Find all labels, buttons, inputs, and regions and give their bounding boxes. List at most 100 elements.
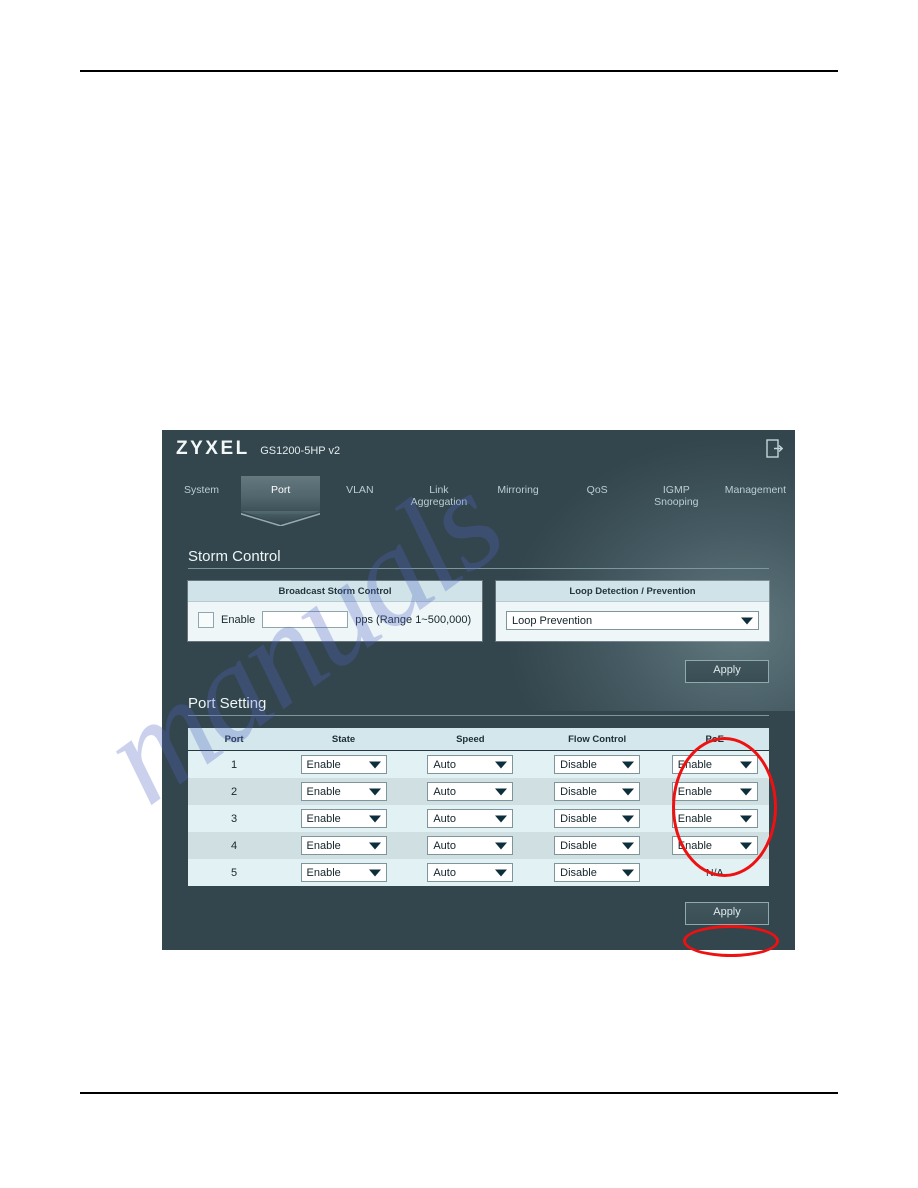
speed-select[interactable]: Auto	[427, 782, 514, 801]
chevron-down-icon	[368, 815, 381, 822]
cell-port-number: 2	[188, 778, 281, 805]
cell-port-number: 3	[188, 805, 281, 832]
cell-poe: Enable	[660, 778, 769, 805]
chevron-down-icon	[495, 869, 508, 876]
tab-qos[interactable]: QoS	[558, 476, 637, 514]
cell-state: Enable	[280, 805, 407, 832]
tab-vlan[interactable]: VLAN	[320, 476, 399, 514]
column-header-port: Port	[188, 728, 281, 751]
poe-not-available-label: N/A	[706, 866, 724, 879]
chevron-down-icon	[368, 869, 381, 876]
port-setting-apply-button[interactable]: Apply	[685, 902, 769, 925]
flow-control-select[interactable]: Disable	[554, 782, 641, 801]
speed-select[interactable]: Auto	[427, 755, 514, 774]
tab-label-line2: Aggregation	[410, 496, 468, 508]
chevron-down-icon	[495, 842, 508, 849]
table-row: 1 Enable Auto Disable Enable	[188, 750, 769, 778]
chevron-down-icon	[495, 761, 508, 768]
poe-value: Enable	[677, 812, 713, 825]
tab-system[interactable]: System	[162, 476, 241, 514]
device-web-ui-panel: ZYXEL GS1200-5HP v2 System Port VLAN Lin…	[162, 430, 795, 950]
chevron-down-icon	[368, 761, 381, 768]
tab-label: Management	[724, 484, 787, 496]
speed-value: Auto	[433, 839, 456, 852]
column-header-poe: PoE	[660, 728, 769, 751]
speed-select[interactable]: Auto	[427, 863, 514, 882]
speed-select[interactable]: Auto	[427, 836, 514, 855]
tab-port[interactable]: Port	[241, 476, 321, 526]
cell-flow-control: Disable	[533, 750, 661, 778]
broadcast-pps-range-hint: pps (Range 1~500,000)	[355, 613, 472, 626]
speed-select[interactable]: Auto	[427, 809, 514, 828]
state-select[interactable]: Enable	[300, 809, 387, 828]
logout-icon[interactable]	[766, 439, 783, 458]
state-select[interactable]: Enable	[300, 863, 387, 882]
cell-port-number: 4	[188, 832, 281, 859]
chevron-down-icon	[622, 842, 635, 849]
tab-management[interactable]: Management	[716, 476, 795, 514]
tab-label: IGMP	[662, 484, 690, 496]
loop-prevention-selected-value: Loop Prevention	[512, 614, 593, 627]
speed-value: Auto	[433, 758, 456, 771]
cell-poe: Enable	[660, 750, 769, 778]
port-setting-title: Port Setting	[188, 695, 769, 716]
chevron-down-icon	[368, 842, 381, 849]
panel-header: ZYXEL GS1200-5HP v2	[162, 430, 795, 468]
tab-label: Link	[429, 484, 449, 496]
column-header-speed: Speed	[406, 728, 534, 751]
cell-poe: Enable	[660, 832, 769, 859]
flow-control-select[interactable]: Disable	[554, 836, 641, 855]
tab-link-aggregation[interactable]: Link Aggregation	[399, 476, 478, 514]
chevron-down-icon	[495, 788, 508, 795]
active-tab-chevron	[241, 513, 321, 526]
poe-value: Enable	[677, 758, 713, 771]
cell-speed: Auto	[406, 778, 534, 805]
port-setting-table: Port State Speed Flow Control PoE 1 Enab…	[188, 728, 769, 886]
flow-control-select[interactable]: Disable	[554, 863, 641, 882]
table-header-row: Port State Speed Flow Control PoE	[188, 728, 769, 751]
state-value: Enable	[306, 866, 341, 879]
chevron-down-icon	[495, 815, 508, 822]
tab-igmp-snooping[interactable]: IGMP Snooping	[637, 476, 716, 514]
cell-state: Enable	[280, 832, 407, 859]
tab-mirroring[interactable]: Mirroring	[479, 476, 558, 514]
table-row: 2 Enable Auto Disable Enable	[188, 778, 769, 805]
chevron-down-icon	[622, 869, 635, 876]
state-value: Enable	[306, 812, 341, 825]
broadcast-pps-input[interactable]	[262, 611, 349, 628]
chevron-down-icon	[622, 761, 635, 768]
port-setting-apply-wrap: Apply	[188, 902, 769, 925]
flow-control-value: Disable	[560, 866, 597, 879]
storm-control-apply-button[interactable]: Apply	[685, 660, 769, 683]
cell-flow-control: Disable	[533, 778, 661, 805]
poe-select[interactable]: Enable	[671, 836, 758, 855]
page-rule-top	[80, 70, 838, 72]
flow-control-value: Disable	[560, 758, 597, 771]
tab-label: Port	[271, 484, 291, 496]
cell-poe: Enable	[660, 805, 769, 832]
loop-prevention-select[interactable]: Loop Prevention	[506, 611, 759, 630]
tab-label: System	[184, 484, 220, 496]
broadcast-storm-control-header: Broadcast Storm Control	[188, 581, 482, 602]
main-navigation-tabs: System Port VLAN Link Aggregation Mirror…	[162, 476, 795, 526]
poe-value: Enable	[677, 785, 713, 798]
flow-control-select[interactable]: Disable	[554, 809, 641, 828]
broadcast-enable-checkbox[interactable]	[198, 611, 214, 628]
page-rule-bottom	[80, 1092, 838, 1094]
state-select[interactable]: Enable	[300, 782, 387, 801]
cell-port-number: 5	[188, 859, 281, 886]
state-select[interactable]: Enable	[300, 755, 387, 774]
poe-select[interactable]: Enable	[671, 782, 758, 801]
flow-control-select[interactable]: Disable	[554, 755, 641, 774]
poe-select[interactable]: Enable	[671, 755, 758, 774]
state-select[interactable]: Enable	[300, 836, 387, 855]
poe-select[interactable]: Enable	[671, 809, 758, 828]
table-row: 5 Enable Auto Disable N/A	[188, 859, 769, 886]
device-model-label: GS1200-5HP v2	[260, 445, 341, 457]
table-row: 3 Enable Auto Disable Enable	[188, 805, 769, 832]
storm-control-section: Storm Control Broadcast Storm Control En…	[188, 548, 769, 641]
broadcast-storm-control-card: Broadcast Storm Control Enable pps (Rang…	[188, 581, 482, 641]
cell-port-number: 1	[188, 750, 281, 778]
speed-value: Auto	[433, 812, 456, 825]
broadcast-enable-label: Enable	[221, 613, 256, 626]
